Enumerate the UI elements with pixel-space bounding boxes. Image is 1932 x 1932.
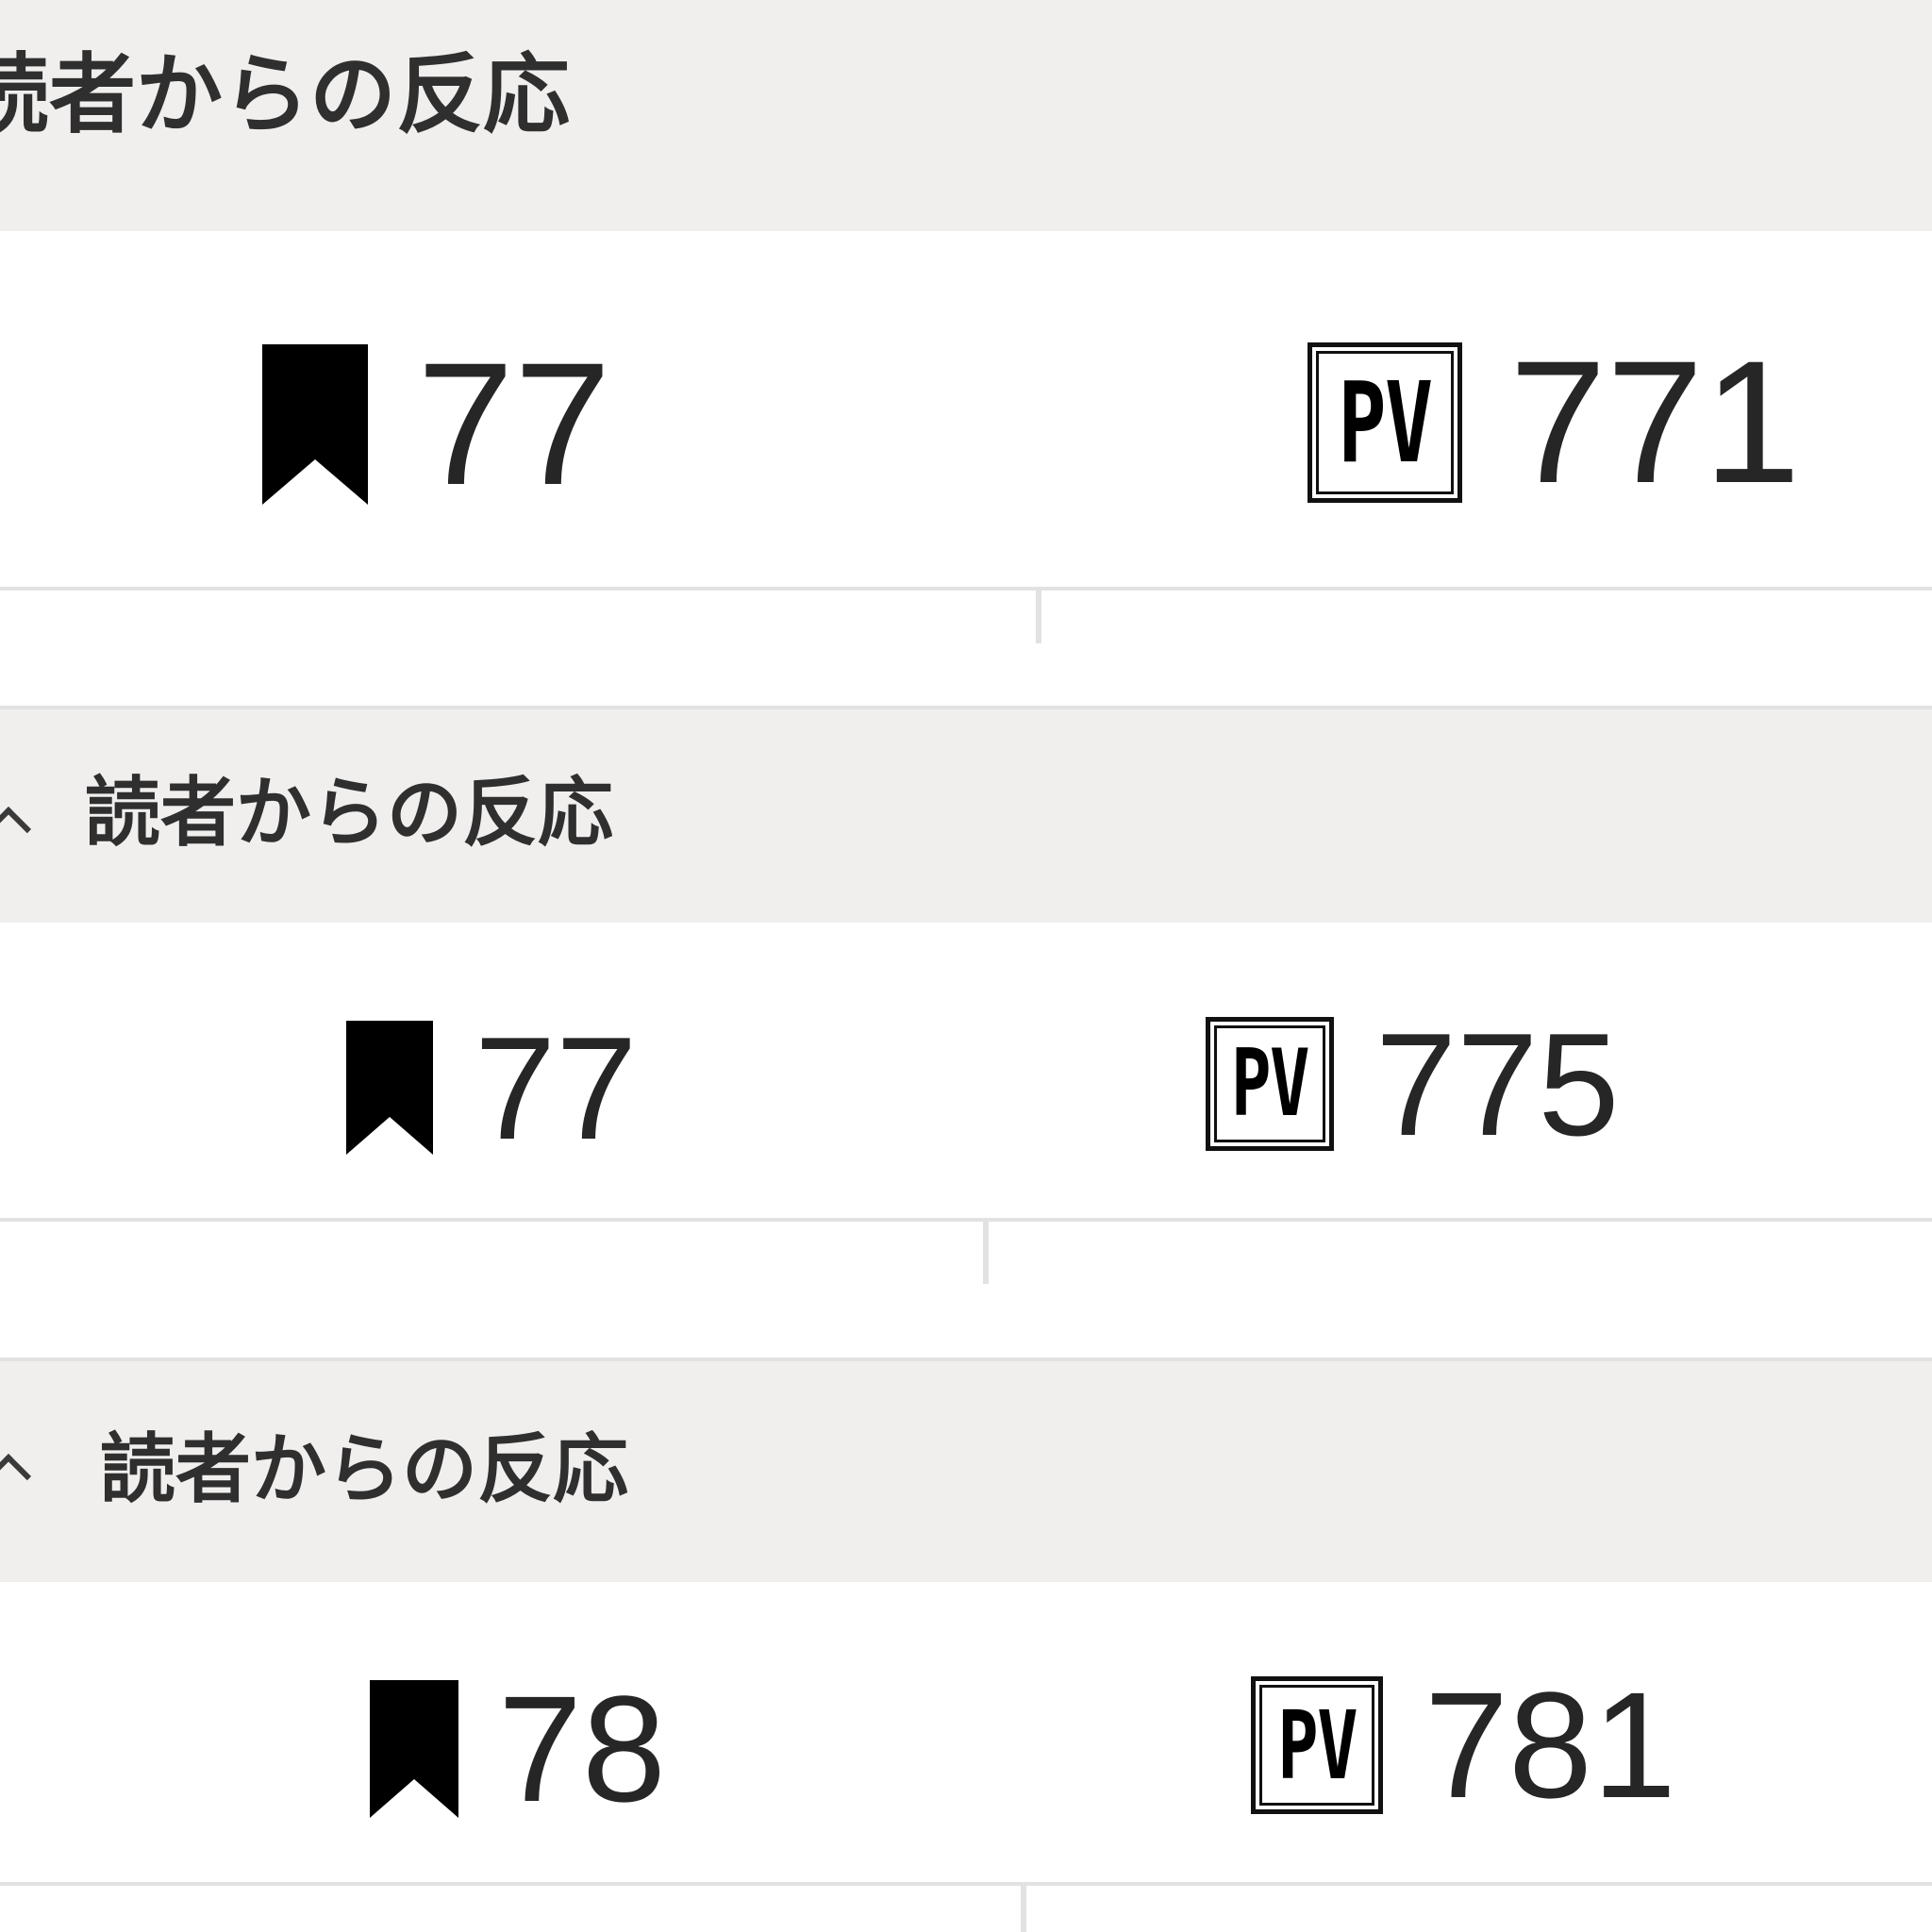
reactions-stats: 77 PV 775 — [0, 923, 1932, 1219]
pv-count: 781 — [1424, 1660, 1676, 1829]
bookmark-count: 77 — [417, 326, 611, 522]
chevron-up-icon — [0, 806, 32, 853]
reactions-header[interactable]: 読者からの反応 — [0, 0, 1932, 231]
divider — [0, 1218, 1932, 1222]
reactions-header[interactable]: 読者からの反応 — [0, 709, 1932, 923]
divider — [0, 1882, 1932, 1886]
pv-count: 771 — [1509, 325, 1801, 520]
reactions-screenshot: 読者からの反応 77 PV 771 読者からの反応 77 PV 775 読者から… — [0, 0, 1932, 1932]
header-title: 読者からの反応 — [0, 44, 571, 145]
pv-stat[interactable]: PV 775 — [1206, 1011, 1620, 1158]
chevron-up-icon — [0, 1453, 32, 1500]
pv-stat[interactable]: PV 771 — [1307, 335, 1801, 509]
divider — [1036, 591, 1041, 643]
divider — [983, 1222, 989, 1284]
bookmark-icon — [370, 1680, 458, 1818]
header-title: 読者からの反応 — [100, 1425, 628, 1513]
pv-count: 775 — [1375, 1002, 1620, 1166]
header-title: 読者からの反応 — [85, 769, 613, 857]
pv-icon: PV — [1206, 1017, 1334, 1151]
pv-icon: PV — [1307, 342, 1462, 503]
pv-stat[interactable]: PV 781 — [1251, 1670, 1676, 1821]
bookmark-stat[interactable]: 78 — [370, 1674, 666, 1824]
bookmark-count: 77 — [475, 1006, 638, 1170]
divider — [1021, 1886, 1026, 1932]
bookmark-icon — [262, 344, 368, 505]
pv-icon: PV — [1251, 1676, 1383, 1814]
bookmark-icon — [346, 1021, 433, 1155]
bookmark-stat[interactable]: 77 — [346, 1015, 637, 1161]
reactions-stats: 77 PV 771 — [0, 231, 1932, 588]
bookmark-count: 78 — [498, 1664, 666, 1833]
divider — [0, 587, 1932, 591]
reactions-header[interactable]: 読者からの反応 — [0, 1361, 1932, 1582]
reactions-stats: 78 PV 781 — [0, 1582, 1932, 1881]
bookmark-stat[interactable]: 77 — [262, 337, 611, 511]
